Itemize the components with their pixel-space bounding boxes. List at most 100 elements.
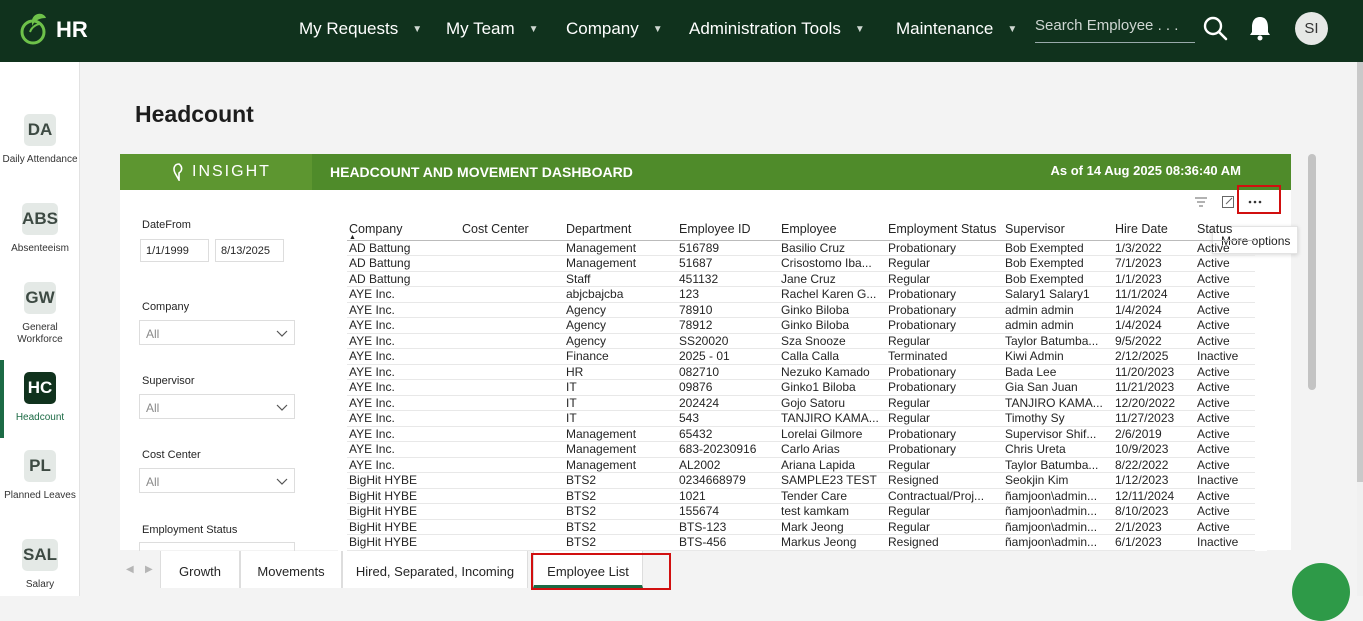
table-cell: Regular bbox=[886, 519, 1003, 535]
table-cell: 202424 bbox=[677, 395, 779, 411]
table-row[interactable]: AYE Inc. Management 65432 Lorelai Gilmore Pr… bbox=[347, 426, 1255, 442]
table-row[interactable]: AYE Inc. Management AL2002 Ariana Lapida Reg… bbox=[347, 457, 1255, 473]
supervisor-filter-select[interactable]: All bbox=[139, 394, 295, 419]
chat-button[interactable] bbox=[1292, 563, 1350, 621]
table-cell: Calla Calla bbox=[779, 348, 886, 365]
table-cell: Basilio Cruz bbox=[779, 240, 886, 256]
sidebar-badge: HC bbox=[24, 372, 56, 404]
column-header[interactable]: Employee ID bbox=[677, 218, 779, 241]
table-cell: BigHit HYBE bbox=[347, 503, 460, 520]
sidebar-item-planned-leaves[interactable]: PL Planned Leaves bbox=[0, 450, 80, 502]
search-icon[interactable] bbox=[1202, 15, 1228, 41]
table-cell: Staff bbox=[564, 271, 677, 287]
search-employee-input[interactable]: Search Employee . . . bbox=[1035, 14, 1195, 43]
sidebar-item-headcount[interactable]: HC Headcount bbox=[0, 372, 80, 424]
logo-icon[interactable] bbox=[18, 10, 58, 50]
table-row[interactable]: AD Battung Staff 451132 Jane Cruz Regular Bob… bbox=[347, 271, 1255, 287]
table-row[interactable]: AYE Inc. Finance 2025 - 01 Calla Calla Termi… bbox=[347, 348, 1255, 365]
column-header[interactable]: Supervisor bbox=[1003, 218, 1113, 241]
table-row[interactable]: AYE Inc. Management 683-20230916 Carlo Aria… bbox=[347, 441, 1255, 458]
table-cell: 09876 bbox=[677, 379, 779, 396]
table-row[interactable]: BigHit HYBE BTS2 1021 Tender Care Contractua… bbox=[347, 488, 1255, 504]
table-cell: AYE Inc. bbox=[347, 348, 460, 365]
tab-prev-icon[interactable]: ◀ bbox=[126, 564, 134, 575]
bell-icon[interactable] bbox=[1248, 15, 1272, 41]
nav-administration-tools[interactable]: Administration Tools ▼ bbox=[689, 19, 865, 39]
sidebar: DA Daily Attendance ABS Absenteeism GW G… bbox=[0, 62, 80, 596]
nav-my-team[interactable]: My Team ▼ bbox=[446, 19, 539, 39]
table-cell: 451132 bbox=[677, 271, 779, 287]
nav-company[interactable]: Company ▼ bbox=[566, 19, 663, 39]
table-row[interactable]: AYE Inc. abjcbajcba 123 Rachel Karen G... Pr… bbox=[347, 286, 1255, 303]
app-logo-text[interactable]: HR bbox=[56, 17, 88, 43]
sidebar-item-daily-attendance[interactable]: DA Daily Attendance bbox=[0, 114, 80, 166]
date-to-input[interactable]: 8/13/2025 bbox=[215, 239, 284, 262]
page-scrollbar-thumb[interactable] bbox=[1357, 62, 1363, 482]
page-scrollbar[interactable] bbox=[1357, 62, 1363, 596]
table-cell: 8/10/2023 bbox=[1113, 503, 1195, 520]
column-header[interactable]: Employment Status bbox=[886, 218, 1003, 241]
tab-hired-separated-incoming[interactable]: Hired, Separated, Incoming bbox=[342, 551, 528, 588]
table-cell bbox=[460, 426, 564, 442]
sidebar-item-general-workforce[interactable]: GW General Workforce bbox=[0, 282, 80, 346]
table-row[interactable]: AYE Inc. Agency SS20020 Sza Snooze Regular Ta… bbox=[347, 333, 1255, 349]
table-cell: Active bbox=[1195, 271, 1255, 287]
table-row[interactable]: AYE Inc. IT 202424 Gojo Satoru Regular TANJIR… bbox=[347, 395, 1255, 411]
table-cell: 9/5/2022 bbox=[1113, 333, 1195, 349]
table-row[interactable]: AD Battung Management 51687 Crisostomo Iba.… bbox=[347, 255, 1255, 272]
column-header[interactable]: Status bbox=[1195, 218, 1255, 241]
employment-status-filter-label: Employment Status bbox=[142, 524, 238, 536]
table-cell: Sza Snooze bbox=[779, 333, 886, 349]
column-header[interactable]: Cost Center bbox=[460, 218, 564, 241]
table-row[interactable]: BigHit HYBE BTS2 BTS-456 Markus Jeong Resign… bbox=[347, 534, 1255, 551]
table-cell: Gojo Satoru bbox=[779, 395, 886, 411]
table-cell: Resigned bbox=[886, 534, 1003, 551]
table-cell: Inactive bbox=[1195, 472, 1255, 489]
sidebar-item-salary[interactable]: SAL Salary bbox=[0, 539, 80, 591]
company-filter-select[interactable]: All bbox=[139, 320, 295, 345]
expand-icon bbox=[1221, 196, 1234, 208]
table-cell: 12/20/2022 bbox=[1113, 395, 1195, 411]
table-cell: SAMPLE23 TEST bbox=[779, 472, 886, 489]
table-row[interactable]: AYE Inc. Agency 78910 Ginko Biloba Probation… bbox=[347, 302, 1255, 318]
date-from-input[interactable]: 1/1/1999 bbox=[140, 239, 209, 262]
cost-center-filter-select[interactable]: All bbox=[139, 468, 295, 493]
table-row[interactable]: AYE Inc. IT 09876 Ginko1 Biloba Probationary… bbox=[347, 379, 1255, 396]
table-cell bbox=[460, 333, 564, 349]
table-row[interactable]: AYE Inc. HR 082710 Nezuko Kamado Probationar… bbox=[347, 364, 1255, 380]
table-cell: 10/9/2023 bbox=[1113, 441, 1195, 458]
user-avatar[interactable]: SI bbox=[1295, 12, 1328, 45]
table-cell: AD Battung bbox=[347, 240, 460, 256]
table-cell: 78910 bbox=[677, 302, 779, 318]
table-cell: Bob Exempted bbox=[1003, 271, 1113, 287]
column-header[interactable]: Company bbox=[347, 218, 460, 241]
visual-scrollbar[interactable] bbox=[1308, 154, 1316, 390]
sidebar-badge: PL bbox=[24, 450, 56, 482]
table-cell: Supervisor Shif... bbox=[1003, 426, 1113, 442]
nav-maintenance[interactable]: Maintenance ▼ bbox=[896, 19, 1017, 39]
column-header[interactable]: Department bbox=[564, 218, 677, 241]
tab-next-icon[interactable]: ▶ bbox=[145, 564, 153, 575]
table-cell: Bada Lee bbox=[1003, 364, 1113, 380]
table-row[interactable]: AD Battung Management 516789 Basilio Cruz Pr… bbox=[347, 240, 1255, 256]
table-row[interactable]: AYE Inc. IT 543 TANJIRO KAMA... Regular Timot… bbox=[347, 410, 1255, 427]
tab-movements[interactable]: Movements bbox=[240, 551, 342, 588]
table-row[interactable]: AYE Inc. Agency 78912 Ginko Biloba Probation… bbox=[347, 317, 1255, 334]
table-cell: Active bbox=[1195, 395, 1255, 411]
filter-visual-button[interactable] bbox=[1187, 190, 1214, 214]
table-cell: 1/4/2024 bbox=[1113, 302, 1195, 318]
column-header[interactable]: Hire Date bbox=[1113, 218, 1195, 241]
table-row[interactable]: BigHit HYBE BTS2 155674 test kamkam Regular ñ… bbox=[347, 503, 1255, 520]
sidebar-item-absenteeism[interactable]: ABS Absenteeism bbox=[0, 203, 80, 255]
nav-label: My Requests bbox=[299, 19, 399, 38]
column-header[interactable]: Employee bbox=[779, 218, 886, 241]
table-cell: Regular bbox=[886, 395, 1003, 411]
table-row[interactable]: BigHit HYBE BTS2 0234668979 SAMPLE23 TEST Re… bbox=[347, 472, 1255, 489]
tab-growth[interactable]: Growth bbox=[160, 551, 240, 588]
sort-ascending-icon[interactable]: ▲ bbox=[349, 234, 356, 241]
table-cell: Jane Cruz bbox=[779, 271, 886, 287]
table-cell: Active bbox=[1195, 302, 1255, 318]
table-row[interactable]: BigHit HYBE BTS2 BTS-123 Mark Jeong Regular ñ… bbox=[347, 519, 1255, 535]
nav-my-requests[interactable]: My Requests ▼ bbox=[299, 19, 422, 39]
chevron-down-icon: ▼ bbox=[412, 23, 423, 35]
